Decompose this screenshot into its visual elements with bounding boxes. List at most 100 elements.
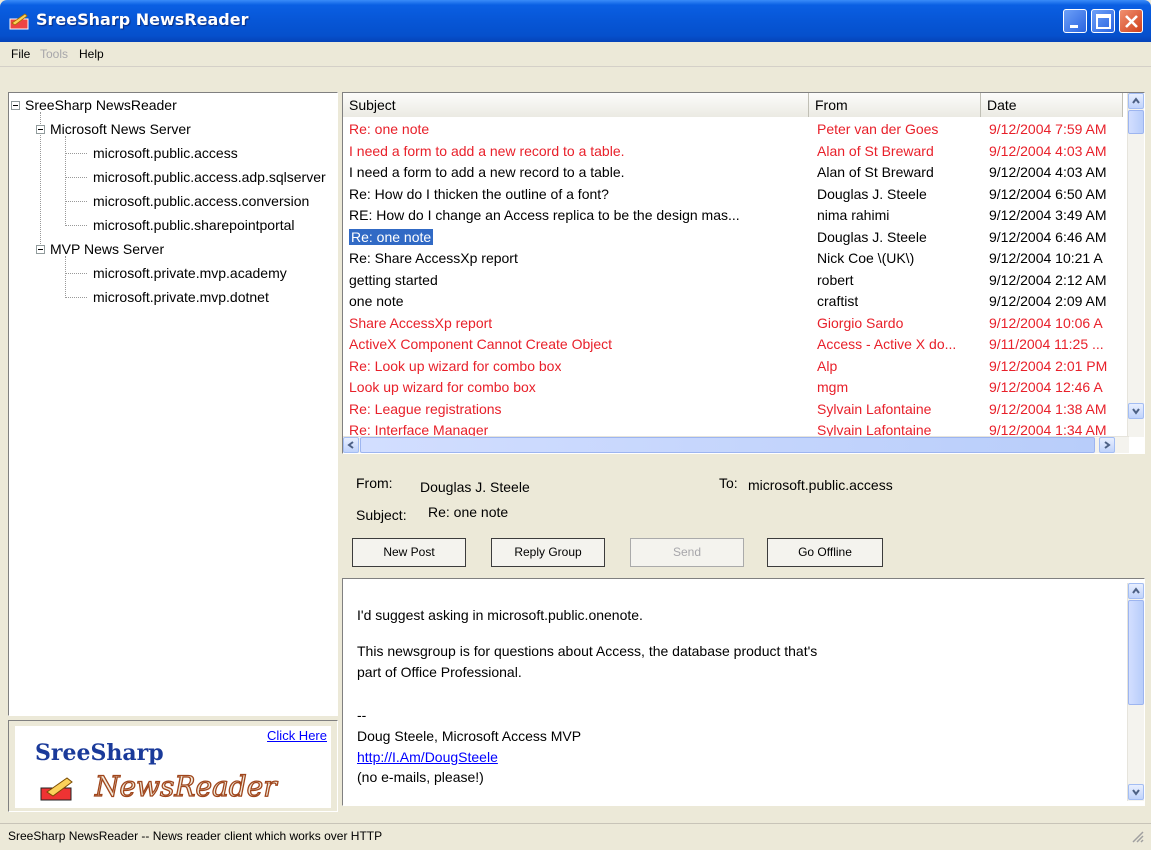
- scroll-up-button[interactable]: [1128, 93, 1144, 109]
- column-date[interactable]: Date: [981, 93, 1123, 117]
- message-row[interactable]: Re: How do I thicken the outline of a fo…: [343, 184, 1123, 206]
- message-subject: Re: one note: [349, 228, 434, 245]
- scroll-right-button[interactable]: [1099, 437, 1115, 453]
- message-row[interactable]: Re: Look up wizard for combo box Alp 9/12/…: [343, 356, 1123, 378]
- message-from: Douglas J. Steele: [817, 185, 927, 202]
- message-subject: Share AccessXp report: [349, 314, 493, 331]
- collapse-server-icon[interactable]: [36, 125, 45, 134]
- collapse-server-icon[interactable]: [36, 245, 45, 254]
- message-date: 9/12/2004 6:50 AM: [989, 185, 1107, 202]
- message-subject: Re: one note: [349, 121, 430, 137]
- menu-file[interactable]: File: [11, 47, 30, 61]
- tree-root[interactable]: SreeSharp NewsReader: [25, 96, 177, 114]
- window-title: SreeSharp NewsReader: [36, 10, 249, 29]
- tree-group[interactable]: microsoft.public.access.adp.sqlserver: [93, 168, 326, 186]
- title-bar: SreeSharp NewsReader: [0, 0, 1151, 42]
- message-date: 9/12/2004 12:46 A: [989, 379, 1103, 395]
- tree-server-mvp[interactable]: MVP News Server: [50, 240, 164, 258]
- message-from: nima rahimi: [817, 207, 890, 223]
- message-row[interactable]: ActiveX Component Cannot Create Object Ac…: [343, 334, 1123, 356]
- message-date: 9/12/2004 2:01 PM: [989, 357, 1108, 374]
- scroll-thumb[interactable]: [360, 437, 1095, 453]
- go-offline-button[interactable]: Go Offline: [767, 538, 883, 567]
- logo-panel: Click Here SreeSharp NewsReader: [8, 720, 338, 812]
- message-row[interactable]: Re: Share AccessXp report Nick Coe \(UK\)…: [343, 248, 1123, 270]
- reply-group-button[interactable]: Reply Group: [491, 538, 605, 567]
- newsgroup-tree: SreeSharp NewsReader Microsoft News Serv…: [8, 92, 338, 716]
- menu-bar: File Tools Help: [0, 42, 1151, 67]
- scroll-down-button[interactable]: [1128, 784, 1144, 800]
- message-from: Douglas J. Steele: [817, 228, 927, 245]
- collapse-root-icon[interactable]: [11, 101, 20, 110]
- message-date: 9/12/2004 4:03 AM: [989, 142, 1107, 159]
- menu-tools[interactable]: Tools: [40, 47, 68, 61]
- scroll-thumb[interactable]: [1128, 600, 1144, 705]
- message-from: mgm: [817, 379, 849, 395]
- message-row[interactable]: one note craftist 9/12/2004 2:09 AM: [343, 291, 1123, 313]
- message-row[interactable]: Look up wizard for combo box mgm 9/12/2004…: [343, 377, 1123, 399]
- minimize-button[interactable]: [1063, 9, 1087, 33]
- message-row[interactable]: Share AccessXp report Giorgio Sardo 9/12/2…: [343, 313, 1123, 335]
- message-row[interactable]: I need a form to add a new record to a t…: [343, 141, 1123, 163]
- message-from: Alan of St Breward: [817, 164, 934, 180]
- new-post-button[interactable]: New Post: [352, 538, 466, 567]
- menu-help[interactable]: Help: [79, 47, 104, 61]
- logo-text: NewsReader: [94, 769, 277, 803]
- list-horizontal-scrollbar[interactable]: [343, 436, 1129, 453]
- message-subject: I need a form to add a new record to a t…: [349, 142, 625, 159]
- message-subject: getting started: [349, 271, 438, 288]
- message-subject: Re: Look up wizard for combo box: [349, 357, 562, 374]
- tree-group[interactable]: microsoft.private.mvp.academy: [93, 264, 287, 282]
- message-row[interactable]: Re: one note Douglas J. Steele 9/12/2004 6…: [343, 227, 1123, 249]
- scroll-down-button[interactable]: [1128, 403, 1144, 419]
- chevron-down-icon: [1132, 789, 1140, 796]
- message-from: Alan of St Breward: [817, 142, 934, 159]
- maximize-icon: [1096, 14, 1111, 29]
- message-body[interactable]: I'd suggest asking in microsoft.public.o…: [342, 578, 1145, 806]
- message-subject: I need a form to add a new record to a t…: [349, 164, 625, 180]
- tree-group[interactable]: microsoft.private.mvp.dotnet: [93, 288, 269, 306]
- from-value: Douglas J. Steele: [420, 479, 530, 495]
- message-row[interactable]: Re: League registrations Sylvain Lafontai…: [343, 399, 1123, 421]
- column-from[interactable]: From: [809, 93, 981, 117]
- body-vertical-scrollbar[interactable]: [1127, 583, 1144, 801]
- send-button[interactable]: Send: [630, 538, 744, 567]
- maximize-button[interactable]: [1091, 9, 1115, 33]
- scroll-up-button[interactable]: [1128, 583, 1144, 599]
- message-date: 9/12/2004 2:09 AM: [989, 293, 1107, 309]
- message-subject: ActiveX Component Cannot Create Object: [349, 336, 613, 352]
- tree-group[interactable]: microsoft.public.access: [93, 144, 238, 162]
- scroll-thumb[interactable]: [1128, 110, 1144, 134]
- message-from: Access - Active X do...: [817, 336, 957, 352]
- subject-value: Re: one note: [428, 504, 509, 520]
- body-text: part of Office Professional.: [357, 664, 522, 680]
- message-subject: Look up wizard for combo box: [349, 379, 536, 395]
- tree-group[interactable]: microsoft.public.sharepointportal: [93, 216, 295, 234]
- close-button[interactable]: [1119, 9, 1143, 33]
- message-from: robert: [817, 271, 854, 288]
- column-subject[interactable]: Subject: [343, 93, 809, 117]
- tree-group[interactable]: microsoft.public.access.conversion: [93, 192, 309, 210]
- scroll-left-button[interactable]: [343, 437, 359, 453]
- message-subject: RE: How do I change an Access replica to…: [349, 207, 740, 223]
- pen-envelope-icon: [40, 777, 73, 801]
- logo-banner[interactable]: Click Here SreeSharp NewsReader: [15, 726, 331, 808]
- message-row[interactable]: Re: one note Peter van der Goes 9/12/2004 …: [343, 119, 1123, 141]
- message-subject: Re: How do I thicken the outline of a fo…: [349, 185, 609, 202]
- message-from: craftist: [817, 293, 859, 309]
- signature-link[interactable]: http://I.Am/DougSteele: [357, 749, 498, 765]
- tree-server-microsoft[interactable]: Microsoft News Server: [50, 120, 191, 138]
- message-from: Giorgio Sardo: [817, 314, 904, 331]
- click-here-link[interactable]: Click Here: [267, 728, 327, 743]
- to-value: microsoft.public.access: [748, 477, 893, 493]
- message-list: Subject From Date Re: one note Peter van …: [342, 92, 1145, 454]
- from-label: From:: [356, 475, 393, 491]
- status-bar: SreeSharp NewsReader -- News reader clie…: [0, 823, 1151, 850]
- message-subject: Re: Share AccessXp report: [349, 250, 518, 266]
- message-date: 9/12/2004 10:06 A: [989, 314, 1103, 331]
- message-row[interactable]: getting started robert 9/12/2004 2:12 AM: [343, 270, 1123, 292]
- message-row[interactable]: RE: How do I change an Access replica to…: [343, 205, 1123, 227]
- resize-grip-icon[interactable]: [1131, 830, 1145, 844]
- message-row[interactable]: I need a form to add a new record to a t…: [343, 162, 1123, 184]
- list-vertical-scrollbar[interactable]: [1127, 93, 1144, 437]
